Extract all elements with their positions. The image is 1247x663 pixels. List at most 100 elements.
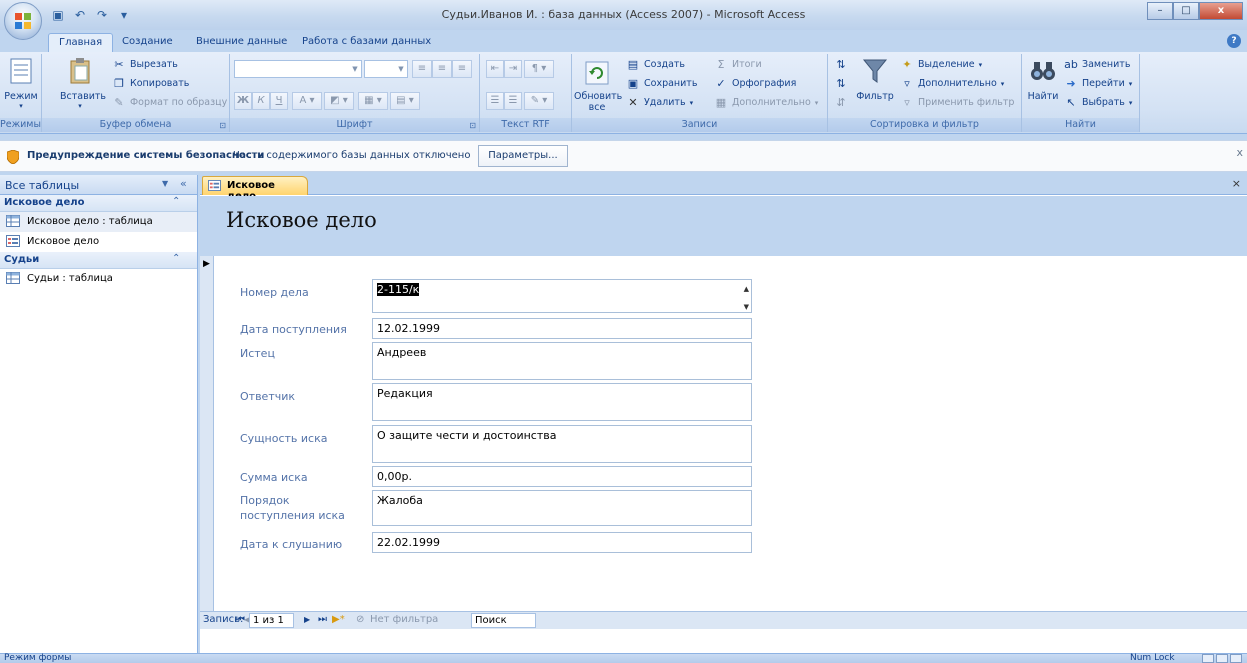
copy-button[interactable]: ❐ Копировать <box>112 75 189 92</box>
align-left-button[interactable]: ≡ <box>412 60 432 78</box>
font-size-combo[interactable]: ▼ <box>364 60 408 78</box>
replace-button[interactable]: ab Заменить <box>1064 56 1130 73</box>
form-view-icon[interactable] <box>1202 654 1214 663</box>
font-name-combo[interactable]: ▼ <box>234 60 362 78</box>
font-color-button[interactable]: A ▾ <box>292 92 322 110</box>
scroll-up-icon[interactable]: ▲ <box>744 282 749 296</box>
view-icon <box>10 58 32 84</box>
case-number-field[interactable]: 2-115/к ▲ ▼ <box>372 279 752 313</box>
options-button[interactable]: Параметры... <box>478 145 568 167</box>
last-record-icon[interactable]: ⏭ <box>318 614 327 625</box>
tab-external-data[interactable]: Внешние данные <box>186 33 297 52</box>
received-date-field[interactable]: 12.02.1999 <box>372 318 752 339</box>
ribbon-tabs: Главная Создание Внешние данные Работа с… <box>0 30 1247 52</box>
clear-sort-button[interactable]: ⇵ <box>834 94 848 111</box>
new-record-icon[interactable]: ▶* <box>332 614 345 625</box>
find-group: Найти ab Заменить ➜ Перейти ▾ ↖ Выбрать ▾ Най… <box>1022 54 1140 132</box>
apply-filter-button[interactable]: ▿ Применить фильтр <box>900 94 1014 111</box>
filter-status-icon[interactable]: ⊘ <box>356 614 364 625</box>
numbering-button[interactable]: ☰ <box>486 92 504 110</box>
navigation-pane: Все таблицы ▼ « Исковое дело ⌃ Исковое д… <box>0 175 198 653</box>
italic-button[interactable]: К <box>252 92 270 110</box>
minimize-button[interactable]: – <box>1147 2 1173 20</box>
sort-ascending-button[interactable]: ⇅ <box>834 56 848 73</box>
next-record-icon[interactable]: ▶ <box>304 615 310 624</box>
plaintiff-field[interactable]: Андреев <box>372 342 752 380</box>
record-navigator: Запись: ⏮ ◀ 1 из 1 ▶ ⏭ ▶* ⊘ Нет фильтра … <box>200 611 1247 629</box>
office-button[interactable] <box>4 2 42 40</box>
underline-button[interactable]: Ч <box>270 92 288 110</box>
record-selector[interactable]: ▶ <box>200 256 214 611</box>
records-group-label: Записи <box>572 118 827 132</box>
sort-ascending-icon: ⇅ <box>836 57 846 71</box>
decrease-indent-button[interactable]: ⇤ <box>486 60 504 78</box>
form-icon <box>6 235 20 247</box>
refresh-all-button[interactable]: Обновить все <box>574 60 622 113</box>
tab-home[interactable]: Главная <box>48 33 114 52</box>
sort-descending-icon: ⇅ <box>836 76 846 90</box>
more-records-button[interactable]: ▦ Дополнительно ▾ <box>714 94 819 111</box>
spelling-button[interactable]: ✓ Орфография <box>714 75 796 92</box>
gridlines-button[interactable]: ▦ ▾ <box>358 92 388 110</box>
layout-view-icon[interactable] <box>1216 654 1228 663</box>
find-button[interactable]: Найти <box>1026 56 1060 102</box>
close-icon[interactable]: x <box>1236 146 1243 159</box>
advanced-filter-button[interactable]: ▿ Дополнительно ▾ <box>900 75 1004 92</box>
paste-button[interactable]: Вставить ▾ <box>60 56 106 110</box>
nav-item-lawsuit-form[interactable]: Исковое дело <box>0 232 197 252</box>
defendant-label: Ответчик <box>240 390 296 403</box>
view-button[interactable]: Режим ▾ <box>4 56 38 110</box>
new-record-button[interactable]: ▤ Создать <box>626 56 685 73</box>
nav-group-lawsuit[interactable]: Исковое дело ⌃ <box>0 195 197 212</box>
tab-database-tools[interactable]: Работа с базами данных <box>292 33 441 52</box>
delete-record-button[interactable]: ✕ Удалить ▾ <box>626 94 693 111</box>
align-center-button[interactable]: ≡ <box>432 60 452 78</box>
dialog-launcher-icon[interactable]: ⊡ <box>469 121 476 130</box>
filter-button[interactable]: Фильтр <box>854 56 896 102</box>
sort-descending-button[interactable]: ⇅ <box>834 75 848 92</box>
design-view-icon[interactable] <box>1230 654 1242 663</box>
highlight-button[interactable]: ✎ ▾ <box>524 92 554 110</box>
chevron-down-icon: ▾ <box>1128 98 1133 107</box>
nav-item-lawsuit-table[interactable]: Исковое дело : таблица <box>0 212 197 232</box>
bold-button[interactable]: Ж <box>234 92 252 110</box>
select-button[interactable]: ↖ Выбрать ▾ <box>1064 94 1132 111</box>
close-icon[interactable]: × <box>1232 177 1241 190</box>
window-controls: – □ x <box>1147 2 1243 20</box>
selection-button[interactable]: ✦ Выделение ▾ <box>900 56 982 73</box>
tab-lawsuit-form[interactable]: Исковое дело <box>202 176 308 202</box>
scroll-down-icon[interactable]: ▼ <box>744 300 749 314</box>
record-position-field[interactable]: 1 из 1 <box>249 613 294 628</box>
bullets-button[interactable]: ☰ <box>504 92 522 110</box>
claim-essence-field[interactable]: О защите чести и достоинства <box>372 425 752 463</box>
filter-status-label[interactable]: Нет фильтра <box>370 614 438 625</box>
dialog-launcher-icon[interactable]: ⊡ <box>219 121 226 130</box>
alternate-fill-button[interactable]: ▤ ▾ <box>390 92 420 110</box>
totals-button[interactable]: Σ Итоги <box>714 56 762 73</box>
paragraph-direction-button[interactable]: ¶ ▾ <box>524 60 554 78</box>
fill-color-button[interactable]: ◩ ▾ <box>324 92 354 110</box>
increase-indent-button[interactable]: ⇥ <box>504 60 522 78</box>
collapse-pane-icon[interactable]: « <box>180 177 187 190</box>
brush-icon: ✎ <box>114 95 124 109</box>
chevron-down-icon[interactable]: ▼ <box>162 179 168 188</box>
clipboard-group-label: Буфер обмена <box>42 118 229 132</box>
claim-amount-field[interactable]: 0,00р. <box>372 466 752 487</box>
nav-group-judges[interactable]: Судьи ⌃ <box>0 252 197 269</box>
hearing-date-field[interactable]: 22.02.1999 <box>372 532 752 553</box>
search-input[interactable]: Поиск <box>471 613 536 628</box>
close-button[interactable]: x <box>1199 2 1243 20</box>
nav-pane-header[interactable]: Все таблицы ▼ « <box>0 175 197 195</box>
goto-button[interactable]: ➜ Перейти ▾ <box>1064 75 1132 92</box>
chevron-down-icon: ▾ <box>1128 79 1133 88</box>
claim-order-field[interactable]: Жалоба <box>372 490 752 526</box>
defendant-field[interactable]: Редакция <box>372 383 752 421</box>
cut-button[interactable]: ✂ Вырезать <box>112 56 178 73</box>
format-painter-button[interactable]: ✎ Формат по образцу <box>112 94 227 111</box>
save-record-button[interactable]: ▣ Сохранить <box>626 75 698 92</box>
nav-item-judges-table[interactable]: Судьи : таблица <box>0 269 197 289</box>
align-right-button[interactable]: ≡ <box>452 60 472 78</box>
help-icon[interactable]: ? <box>1227 34 1241 48</box>
maximize-button[interactable]: □ <box>1173 2 1199 20</box>
tab-create[interactable]: Создание <box>112 33 183 52</box>
